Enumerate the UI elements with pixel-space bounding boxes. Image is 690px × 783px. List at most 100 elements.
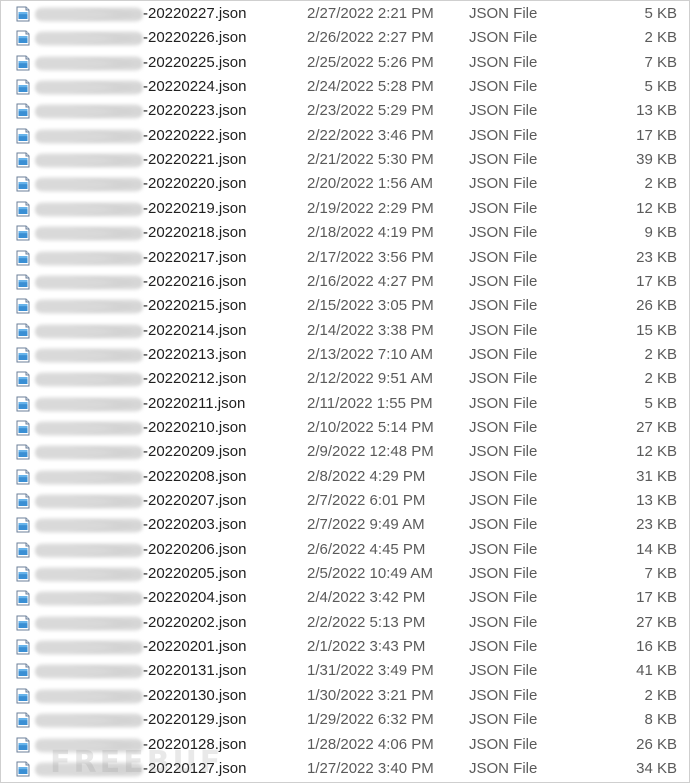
redacted-filename-prefix: [35, 274, 143, 290]
redacted-filename-prefix: [35, 55, 143, 71]
file-name: -20220210.json: [143, 418, 247, 436]
file-row[interactable]: -20220127.json 1/27/2022 3:40 PM JSON File…: [1, 757, 689, 781]
file-size: 27 KB: [636, 418, 677, 436]
file-row[interactable]: -20220212.json 2/12/2022 9:51 AM JSON File…: [1, 367, 689, 391]
json-file-icon: [16, 250, 30, 265]
file-size: 12 KB: [636, 443, 677, 461]
file-date-modified: 2/14/2022 3:38 PM: [307, 321, 434, 339]
file-row[interactable]: -20220210.json 2/10/2022 5:14 PM JSON File…: [1, 416, 689, 440]
file-row[interactable]: -20220203.json 2/7/2022 9:49 AM JSON File 2…: [1, 513, 689, 537]
file-row[interactable]: -20220217.json 2/17/2022 3:56 PM JSON File…: [1, 246, 689, 270]
file-name: -20220205.json: [143, 565, 247, 583]
file-date-modified: 1/31/2022 3:49 PM: [307, 662, 434, 680]
redacted-filename-prefix: [35, 153, 143, 169]
file-row[interactable]: -20220213.json 2/13/2022 7:10 AM JSON File…: [1, 343, 689, 367]
file-size: 2 KB: [644, 345, 677, 363]
file-size: 39 KB: [636, 151, 677, 169]
file-name: -20220220.json: [143, 175, 247, 193]
redacted-filename-prefix: [35, 761, 143, 777]
file-row[interactable]: -20220219.json 2/19/2022 2:29 PM JSON File…: [1, 197, 689, 221]
file-size: 17 KB: [636, 589, 677, 607]
file-row[interactable]: -20220206.json 2/6/2022 4:45 PM JSON File 1…: [1, 538, 689, 562]
file-size: 26 KB: [636, 297, 677, 315]
json-file-icon: [16, 663, 30, 679]
json-file-icon: [16, 493, 30, 509]
file-type: JSON File: [469, 29, 538, 47]
file-row[interactable]: -20220130.json 1/30/2022 3:21 PM JSON File…: [1, 684, 689, 708]
file-date-modified: 2/15/2022 3:05 PM: [307, 297, 434, 315]
file-type: JSON File: [469, 589, 538, 607]
file-size: 2 KB: [644, 29, 677, 47]
redacted-filename-prefix: [35, 323, 143, 339]
file-row[interactable]: -20220215.json 2/15/2022 3:05 PM JSON File…: [1, 294, 689, 318]
file-row[interactable]: -20220224.json 2/24/2022 5:28 PM JSON File…: [1, 75, 689, 99]
file-date-modified: 2/5/2022 10:49 AM: [307, 565, 433, 583]
file-date-modified: 1/28/2022 4:06 PM: [307, 735, 434, 753]
file-size: 15 KB: [636, 321, 677, 339]
file-row[interactable]: -20220223.json 2/23/2022 5:29 PM JSON File…: [1, 99, 689, 123]
redacted-filename-prefix: [35, 31, 143, 47]
file-type: JSON File: [469, 102, 538, 120]
json-file-icon: [16, 420, 30, 436]
json-file-icon: [16, 225, 30, 241]
file-row[interactable]: -20220220.json 2/20/2022 1:56 AM JSON File…: [1, 172, 689, 196]
file-row[interactable]: -20220227.json 2/27/2022 2:21 PM JSON File…: [1, 2, 689, 26]
file-row[interactable]: -20220201.json 2/1/2022 3:43 PM JSON File 1…: [1, 635, 689, 659]
file-size: 5 KB: [644, 394, 677, 412]
redacted-filename-prefix: [35, 542, 143, 558]
file-row[interactable]: -20220131.json 1/31/2022 3:49 PM JSON File…: [1, 659, 689, 683]
file-size: 5 KB: [644, 5, 677, 22]
file-type: JSON File: [469, 613, 538, 631]
file-row[interactable]: -20220214.json 2/14/2022 3:38 PM JSON File…: [1, 319, 689, 343]
file-row[interactable]: -20220225.json 2/25/2022 5:26 PM JSON File…: [1, 51, 689, 75]
file-row[interactable]: -20220209.json 2/9/2022 12:48 PM JSON File…: [1, 440, 689, 464]
file-date-modified: 2/11/2022 1:55 PM: [307, 394, 433, 412]
file-size: 13 KB: [636, 492, 677, 509]
json-file-icon: [16, 517, 30, 533]
file-type: JSON File: [469, 199, 538, 217]
json-file-icon: [16, 615, 30, 631]
file-name: -20220217.json: [143, 248, 247, 266]
file-type: JSON File: [469, 516, 538, 534]
redacted-filename-prefix: [35, 518, 143, 534]
redacted-filename-prefix: [35, 615, 143, 631]
file-row[interactable]: -20220207.json 2/7/2022 6:01 PM JSON File 1…: [1, 489, 689, 513]
file-date-modified: 2/26/2022 2:27 PM: [307, 29, 434, 47]
file-size: 41 KB: [636, 662, 677, 680]
json-file-icon: [16, 274, 30, 290]
json-file-icon: [16, 639, 30, 655]
file-row[interactable]: -20220216.json 2/16/2022 4:27 PM JSON File…: [1, 270, 689, 294]
file-size: 16 KB: [636, 638, 677, 656]
file-name: -20220225.json: [143, 53, 247, 71]
json-file-icon: [16, 737, 30, 752]
file-row[interactable]: -20220204.json 2/4/2022 3:42 PM JSON File 1…: [1, 586, 689, 610]
json-file-icon: [16, 298, 30, 314]
file-name: -20220214.json: [143, 321, 247, 339]
file-row[interactable]: -20220128.json 1/28/2022 4:06 PM JSON File…: [1, 733, 689, 757]
file-row[interactable]: -20220205.json 2/5/2022 10:49 AM JSON File…: [1, 562, 689, 586]
file-name: -20220130.json: [143, 686, 247, 704]
file-size: 31 KB: [636, 467, 677, 485]
file-row[interactable]: -20220208.json 2/8/2022 4:29 PM JSON File 3…: [1, 465, 689, 489]
json-file-icon: [16, 396, 30, 412]
redacted-filename-prefix: [35, 640, 143, 656]
file-name: -20220223.json: [143, 102, 247, 120]
file-size: 9 KB: [644, 224, 677, 242]
file-type: JSON File: [469, 735, 538, 753]
file-type: JSON File: [469, 224, 538, 242]
file-size: 13 KB: [636, 102, 677, 120]
redacted-filename-prefix: [35, 396, 143, 412]
file-row[interactable]: -20220129.json 1/29/2022 6:32 PM JSON File…: [1, 708, 689, 732]
file-row[interactable]: -20220222.json 2/22/2022 3:46 PM JSON File…: [1, 124, 689, 148]
file-row[interactable]: -20220211.json 2/11/2022 1:55 PM JSON File…: [1, 392, 689, 416]
file-row[interactable]: -20220202.json 2/2/2022 5:13 PM JSON File 2…: [1, 611, 689, 635]
file-row[interactable]: -20220226.json 2/26/2022 2:27 PM JSON File…: [1, 26, 689, 50]
redacted-filename-prefix: [35, 347, 143, 363]
file-size: 8 KB: [644, 711, 677, 729]
redacted-filename-prefix: [35, 445, 143, 461]
file-row[interactable]: -20220221.json 2/21/2022 5:30 PM JSON File…: [1, 148, 689, 172]
file-type: JSON File: [469, 662, 538, 680]
file-date-modified: 2/16/2022 4:27 PM: [307, 272, 434, 290]
file-row[interactable]: -20220218.json 2/18/2022 4:19 PM JSON File…: [1, 221, 689, 245]
redacted-filename-prefix: [35, 128, 143, 144]
